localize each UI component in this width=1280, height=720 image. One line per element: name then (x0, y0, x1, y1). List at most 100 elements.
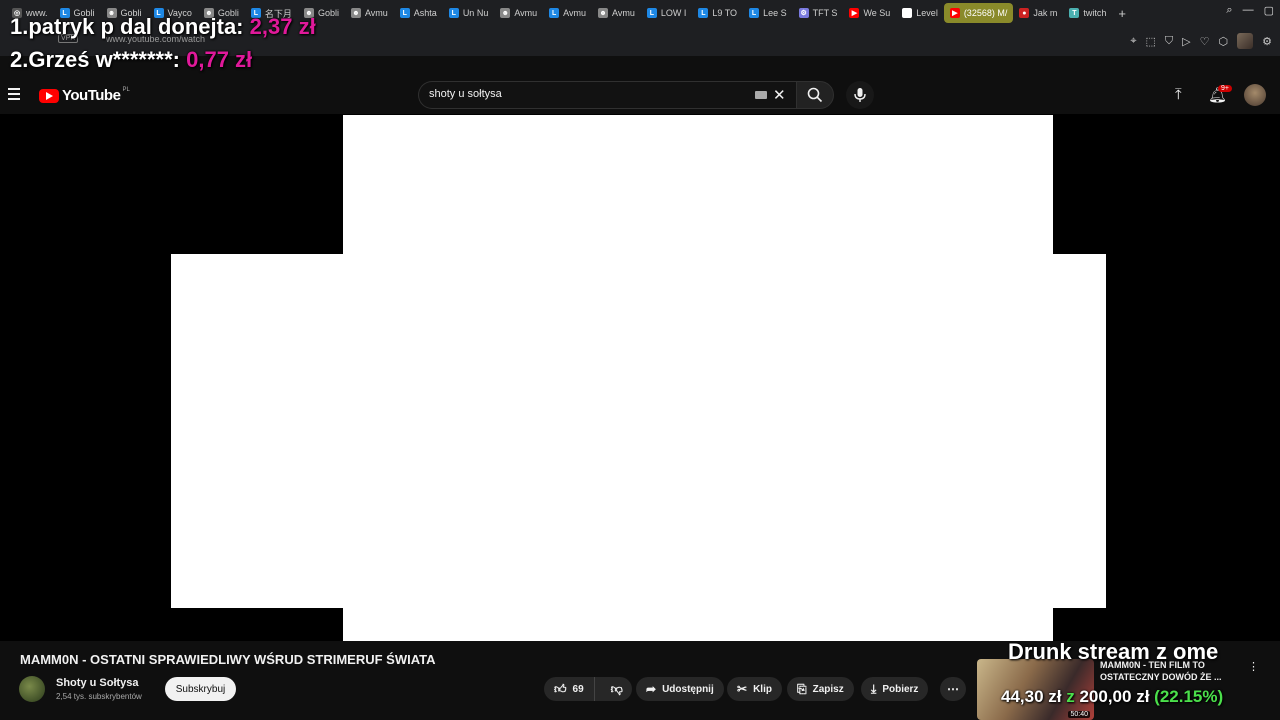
goal-current: 44,30 zł (1001, 687, 1062, 706)
goal-of: z (1066, 687, 1075, 706)
browser-tab[interactable]: ☻ Avmu (592, 3, 641, 23)
tab-label: L9 TO (712, 8, 738, 18)
tab-favicon-icon: L (698, 8, 709, 18)
keyboard-icon[interactable] (755, 91, 767, 99)
youtube-logo[interactable]: YouTube PL (39, 87, 130, 104)
browser-tab[interactable]: ▶ We Su (843, 3, 896, 23)
donation-rank: 2. (10, 47, 29, 72)
donation-line-2: 2.Grześ w*******: 0,77 zł (10, 47, 252, 73)
tab-label: Avmu (563, 8, 587, 18)
logo-text: YouTube (62, 87, 121, 104)
extension-icon[interactable]: ⬡ (1219, 35, 1229, 48)
search-box: ✕ (418, 81, 796, 109)
tab-label: TFT S (812, 8, 838, 18)
tab-favicon-icon: L (549, 8, 560, 18)
tab-label: Avmu (364, 8, 388, 18)
dislike-button[interactable]: 👎︎ (601, 682, 633, 697)
microphone-icon (854, 88, 866, 102)
donation-line-1: 1.patryk p dal donejta: 2,37 zł (10, 14, 316, 40)
voice-search-button[interactable] (846, 81, 874, 109)
screenshot-icon[interactable]: ⬚ (1146, 35, 1156, 48)
browser-tab[interactable]: ▶ (32568) M/ (943, 3, 1014, 23)
search-icon (807, 87, 823, 103)
goal-percent: (22.15%) (1154, 687, 1224, 706)
clip-label: Klip (753, 683, 772, 695)
browser-tab[interactable]: L Avmu (543, 3, 592, 23)
tab-favicon-icon: ▶ (949, 8, 960, 18)
clip-button[interactable]: ✂ Klip (727, 677, 782, 701)
browser-tab[interactable]: ☻ Avmu (494, 3, 543, 23)
like-count: 69 (572, 683, 584, 695)
tab-label: Gobli (317, 8, 339, 18)
subscribe-button[interactable]: Subskrybuj (165, 677, 236, 701)
tab-favicon-icon: ⚙ (798, 8, 809, 18)
recommended-menu-icon[interactable]: ⋮ (1248, 660, 1259, 673)
browser-tab[interactable]: L Lee S (743, 3, 793, 23)
pin-icon[interactable]: ⌖ (1130, 35, 1136, 48)
browser-tab[interactable]: L LOW I (641, 3, 693, 23)
minimize-icon[interactable]: — (1243, 4, 1254, 17)
thumbs-down-icon: 👎︎ (610, 681, 623, 696)
browser-tab[interactable]: L Ashta (394, 3, 443, 23)
browser-tab[interactable]: L Un Nu (443, 3, 495, 23)
donation-name: patryk p dal donejta: (28, 14, 244, 39)
upload-icon[interactable]: ⤒ (1175, 86, 1182, 103)
browser-tab[interactable]: Ttwitch (1063, 3, 1112, 23)
donation-amount: 0,77 zł (186, 47, 253, 72)
new-tab-button[interactable]: + (1118, 6, 1126, 21)
tab-label: twitch (1083, 8, 1107, 18)
tab-label: LOW I (660, 8, 687, 18)
channel-avatar[interactable] (19, 676, 45, 702)
browser-tab[interactable]: ⚙ TFT S (793, 3, 844, 23)
save-label: Zapisz (812, 683, 844, 695)
toolbar-icons: ⌖ ⬚ ⛉ ▷ ♡ ⬡ ⚙ (1130, 33, 1272, 49)
share-icon: ➦ (646, 682, 657, 696)
tab-favicon-icon: ☻ (500, 8, 511, 18)
notification-badge: 9+ (1218, 85, 1232, 92)
screen: ◎ www. L Gobli ☻ Gobli L Vayco ☻ Gobli L 名下月 ☻ Gobli ☻… (0, 0, 1280, 720)
youtube-play-icon (39, 88, 59, 103)
tab-label: (32568) M/ (963, 8, 1008, 18)
tab-label: Ashta (413, 8, 437, 18)
browser-tab[interactable]: L L9 TO (692, 3, 743, 23)
tab-favicon-icon: L (749, 8, 760, 18)
account-avatar[interactable] (1244, 84, 1266, 106)
bookmark-icon: ⎘ (797, 681, 807, 696)
menu-icon[interactable]: ⚙ (1262, 35, 1272, 48)
tab-favicon-icon: ▶ (849, 8, 860, 18)
donation-goal: 44,30 zł z 200,00 zł (22.15%) (1001, 687, 1223, 707)
search-tabs-icon[interactable]: ⌕ (1226, 4, 1232, 17)
save-button[interactable]: ⎘ Zapisz (787, 677, 854, 701)
profile-avatar[interactable] (1237, 33, 1254, 49)
window-controls: ⌕ — ▢ (1226, 4, 1274, 17)
browser-tab[interactable]: ■ Level (896, 3, 944, 23)
donation-name: Grześ w*******: (28, 47, 180, 72)
tab-label: Avmu (514, 8, 538, 18)
maximize-icon[interactable]: ▢ (1264, 4, 1274, 17)
recommended-duration: 50:40 (1068, 711, 1090, 718)
shield-icon[interactable]: ⛉ (1165, 35, 1173, 48)
download-label: Pobierz (882, 683, 919, 695)
tab-favicon-icon: T (1069, 8, 1080, 18)
share-button[interactable]: ➦ Udostępnij (636, 677, 724, 701)
hamburger-menu-icon[interactable] (8, 88, 20, 100)
tab-label: Jak m (1033, 8, 1058, 18)
like-button[interactable]: 👍︎ 69 (544, 677, 595, 701)
search-input[interactable] (429, 88, 729, 100)
search-button[interactable] (796, 81, 834, 109)
play-icon[interactable]: ▷ (1182, 35, 1190, 48)
download-icon: ⤓ (871, 681, 877, 696)
video-frame-wide (171, 254, 1106, 608)
channel-name[interactable]: Shoty u Sołtysa (56, 677, 139, 689)
share-label: Udostępnij (662, 683, 714, 695)
heart-icon[interactable]: ♡ (1200, 35, 1210, 48)
subscriber-count: 2,54 tys. subskrybentów (56, 692, 142, 701)
tab-favicon-icon: ● (1019, 8, 1030, 18)
more-actions-button[interactable]: ⋯ (940, 677, 966, 701)
browser-tab[interactable]: ☻ Avmu (345, 3, 394, 23)
browser-tab[interactable]: ● Jak m (1013, 3, 1063, 23)
like-dislike-group: 👍︎ 69 👎︎ (544, 677, 632, 701)
tab-label: We Su (863, 8, 891, 18)
clear-search-icon[interactable]: ✕ (773, 86, 786, 104)
download-button[interactable]: ⤓ Pobierz (861, 677, 929, 701)
